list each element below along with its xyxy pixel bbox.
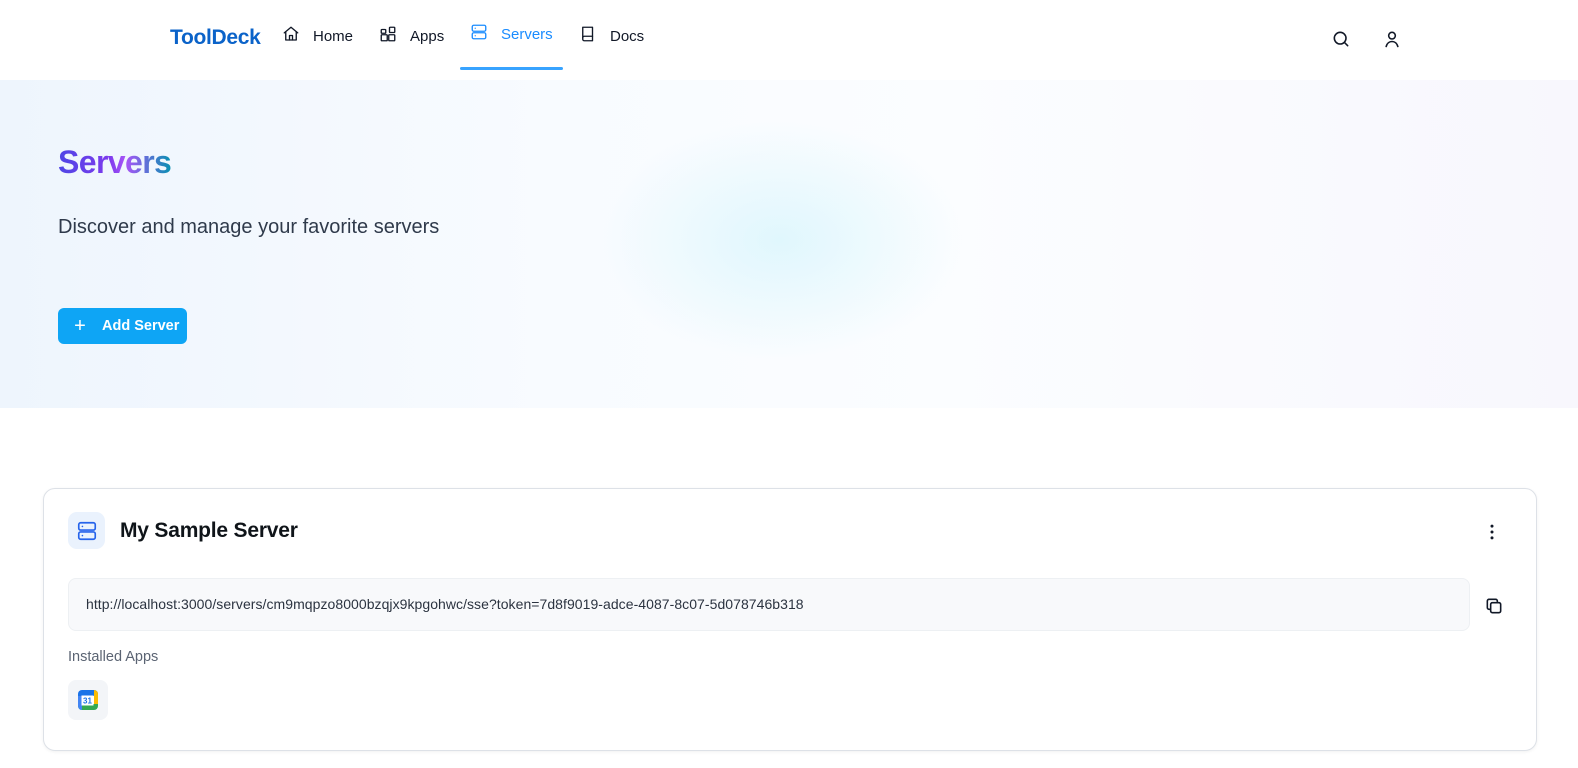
nav-servers-label: Servers xyxy=(501,25,553,43)
server-icon xyxy=(68,512,105,549)
nav-home[interactable]: Home xyxy=(282,0,353,72)
apps-icon xyxy=(379,25,397,47)
user-icon[interactable] xyxy=(1382,29,1402,49)
book-icon xyxy=(579,25,597,47)
plus-icon: + xyxy=(74,315,86,337)
server-url-field[interactable]: http://localhost:3000/servers/cm9mqpzo80… xyxy=(68,578,1470,631)
active-tab-indicator xyxy=(460,67,563,70)
home-icon xyxy=(282,25,300,47)
add-server-button[interactable]: + Add Server xyxy=(58,308,187,344)
server-card: My Sample Server http://localhost:3000/s… xyxy=(43,488,1537,751)
nav-servers[interactable]: Servers xyxy=(460,0,563,70)
nav-home-label: Home xyxy=(313,27,354,45)
nav-apps[interactable]: Apps xyxy=(379,0,444,72)
nav-docs-label: Docs xyxy=(610,27,645,45)
nav-docs[interactable]: Docs xyxy=(579,0,644,72)
page-subtitle: Discover and manage your favorite server… xyxy=(58,216,440,238)
google-calendar-icon[interactable]: 31 xyxy=(68,680,108,720)
page-title: Servers xyxy=(58,144,172,180)
top-navigation: ToolDeck Home Apps Servers Docs xyxy=(0,0,1578,80)
nav-apps-label: Apps xyxy=(410,27,445,45)
more-options-icon[interactable] xyxy=(1482,522,1502,542)
brand-logo[interactable]: ToolDeck xyxy=(170,26,261,50)
server-name: My Sample Server xyxy=(120,519,298,542)
hero-section: Servers Discover and manage your favorit… xyxy=(0,80,1578,408)
installed-apps-label: Installed Apps xyxy=(68,649,159,665)
server-url: http://localhost:3000/servers/cm9mqpzo80… xyxy=(86,596,804,612)
server-icon xyxy=(470,23,488,45)
search-icon[interactable] xyxy=(1331,29,1351,49)
add-server-label: Add Server xyxy=(102,318,180,334)
calendar-date-text: 31 xyxy=(83,697,92,706)
copy-icon[interactable] xyxy=(1484,596,1504,616)
